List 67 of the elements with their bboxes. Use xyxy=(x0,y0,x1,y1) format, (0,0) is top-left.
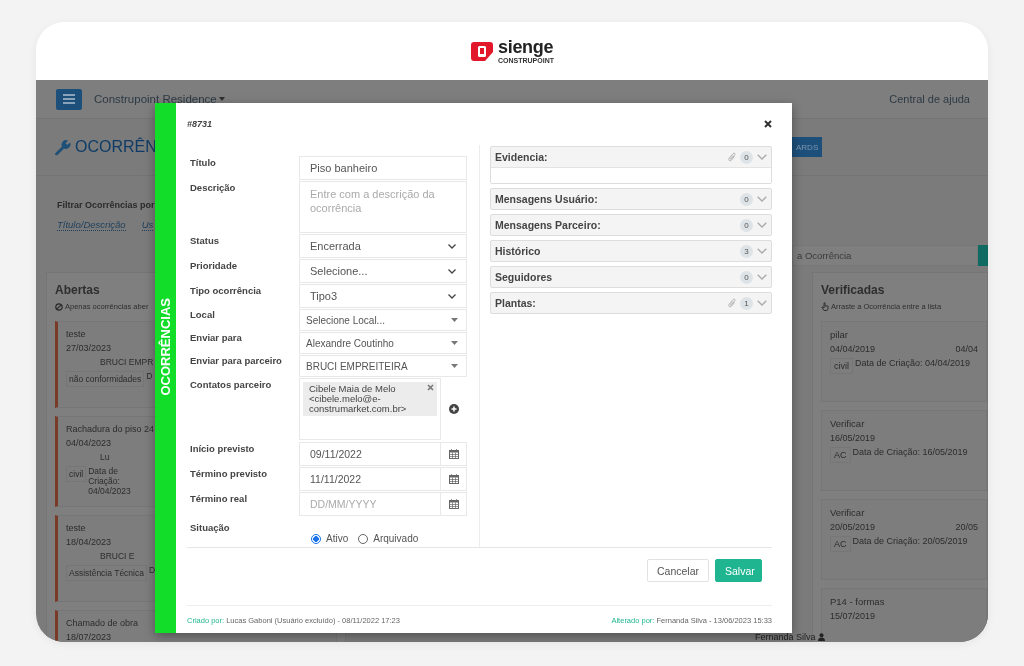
card-created: Data de Criação: 16/05/2019 xyxy=(852,447,968,457)
field-label: Descrição xyxy=(189,181,237,195)
card-date: 15/07/2019 xyxy=(830,611,876,621)
card-date: 04/04/2019 xyxy=(830,344,876,354)
count-badge: 0 xyxy=(740,218,753,232)
card-created: D xyxy=(146,371,153,381)
card-tag: Assistência Técnica xyxy=(66,565,147,581)
card-title: teste xyxy=(66,329,86,339)
panel-title: Histórico xyxy=(495,245,542,257)
card-tag: civil xyxy=(830,358,853,374)
field-label: Início previsto xyxy=(189,442,256,456)
count-badge: 3 xyxy=(740,244,753,258)
field-label: Local xyxy=(189,309,216,322)
panel-title: Mensagens Parceiro: xyxy=(495,219,602,231)
card-due-date: 20/05 xyxy=(955,522,978,532)
card-partner: BRUCI EMPR xyxy=(99,357,154,367)
card-created: D xyxy=(148,565,156,575)
count-badge: 0 xyxy=(740,270,753,284)
field-label: Situação xyxy=(189,521,231,535)
card-tag: não conformidades xyxy=(66,371,145,387)
field-label: Término previsto xyxy=(189,467,269,481)
column-title: Abertas xyxy=(55,283,100,297)
card-tag: AC xyxy=(830,536,851,552)
card-created: Data de Criação: 20/05/2019 xyxy=(852,536,968,546)
card-title: Chamado de obra xyxy=(66,618,139,628)
field-label: Término real xyxy=(189,492,249,506)
side-label: OCORRÊNCIAS xyxy=(158,298,173,396)
card-partner: BRUCI E xyxy=(99,551,135,561)
count-badge: 0 xyxy=(740,192,753,206)
brand-name: sienge xyxy=(498,38,554,56)
card-tag: civil xyxy=(66,466,87,482)
radio-label: Arquivado xyxy=(373,533,419,544)
card-created: Data de Criação: 04/04/2023 xyxy=(88,466,132,496)
card-date: 20/05/2019 xyxy=(830,522,876,532)
card-title: Verificar xyxy=(830,507,865,518)
occurrence-number: #8731 xyxy=(187,119,213,129)
field-label: Enviar para parceiro xyxy=(189,355,283,368)
card-title: Verificar xyxy=(830,418,865,429)
panel-title: Mensagens Usuário: xyxy=(495,193,599,205)
count-badge: 0 xyxy=(740,150,753,164)
card-date: 27/03/2023 xyxy=(66,343,112,353)
field-label: Status xyxy=(189,234,221,248)
card-title: Rachadura do piso 24 xyxy=(66,424,155,434)
panel-title: Plantas: xyxy=(495,297,537,309)
panel-title: Seguidores xyxy=(495,271,554,283)
card-title: P14 - formas xyxy=(830,596,885,607)
field-label: Título xyxy=(189,156,217,170)
panel-title: Evidencia: xyxy=(495,151,549,163)
field-label: Enviar para xyxy=(189,332,243,345)
count-badge: 1 xyxy=(740,296,753,310)
card-partner: Lu xyxy=(99,452,110,462)
field-label: Prioridade xyxy=(189,259,238,273)
card-due-date: 04/04 xyxy=(955,344,978,354)
card-date: 16/05/2019 xyxy=(830,433,876,443)
card-user: Fernanda Silva xyxy=(755,632,816,642)
card-created: Data de Criação: 04/04/2019 xyxy=(855,358,971,368)
card-date: 04/04/2023 xyxy=(66,438,112,448)
field-label: Tipo ocorrência xyxy=(189,284,263,298)
card-date: 18/07/2023 xyxy=(66,632,112,642)
column-title: Verificadas xyxy=(821,283,885,297)
page-title: OCORRÊN xyxy=(75,138,157,156)
card-title: pilar xyxy=(830,329,848,340)
card-date: 18/04/2023 xyxy=(66,537,112,547)
radio-label: Ativo xyxy=(326,533,349,544)
field-label: Contatos parceiro xyxy=(189,378,273,392)
card-title: teste xyxy=(66,523,86,533)
card-tag: AC xyxy=(830,447,851,463)
